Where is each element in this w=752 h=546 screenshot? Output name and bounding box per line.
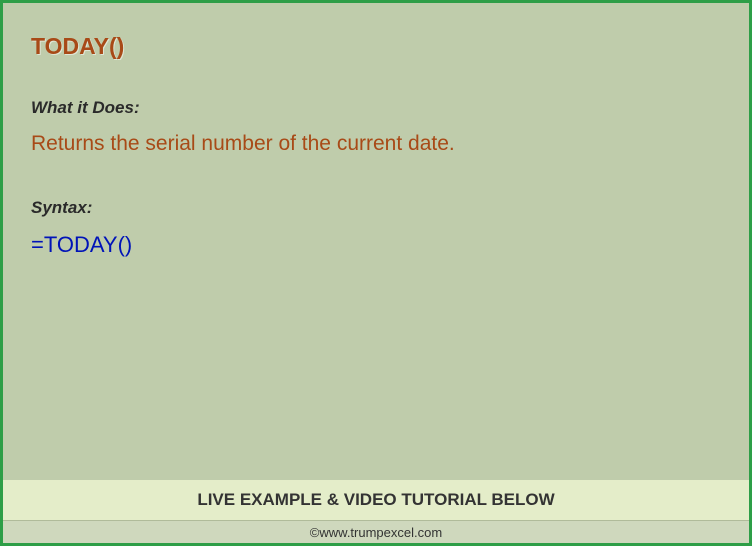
tutorial-banner: LIVE EXAMPLE & VIDEO TUTORIAL BELOW [3, 480, 749, 520]
content-area: TODAY() What it Does: Returns the serial… [3, 3, 749, 480]
what-it-does-label: What it Does: [31, 98, 721, 118]
function-title: TODAY() [31, 33, 721, 60]
syntax-label: Syntax: [31, 198, 721, 218]
document-card: TODAY() What it Does: Returns the serial… [0, 0, 752, 546]
copyright-footer: ©www.trumpexcel.com [3, 520, 749, 543]
function-description: Returns the serial number of the current… [31, 132, 721, 156]
syntax-code: =TODAY() [31, 232, 721, 258]
